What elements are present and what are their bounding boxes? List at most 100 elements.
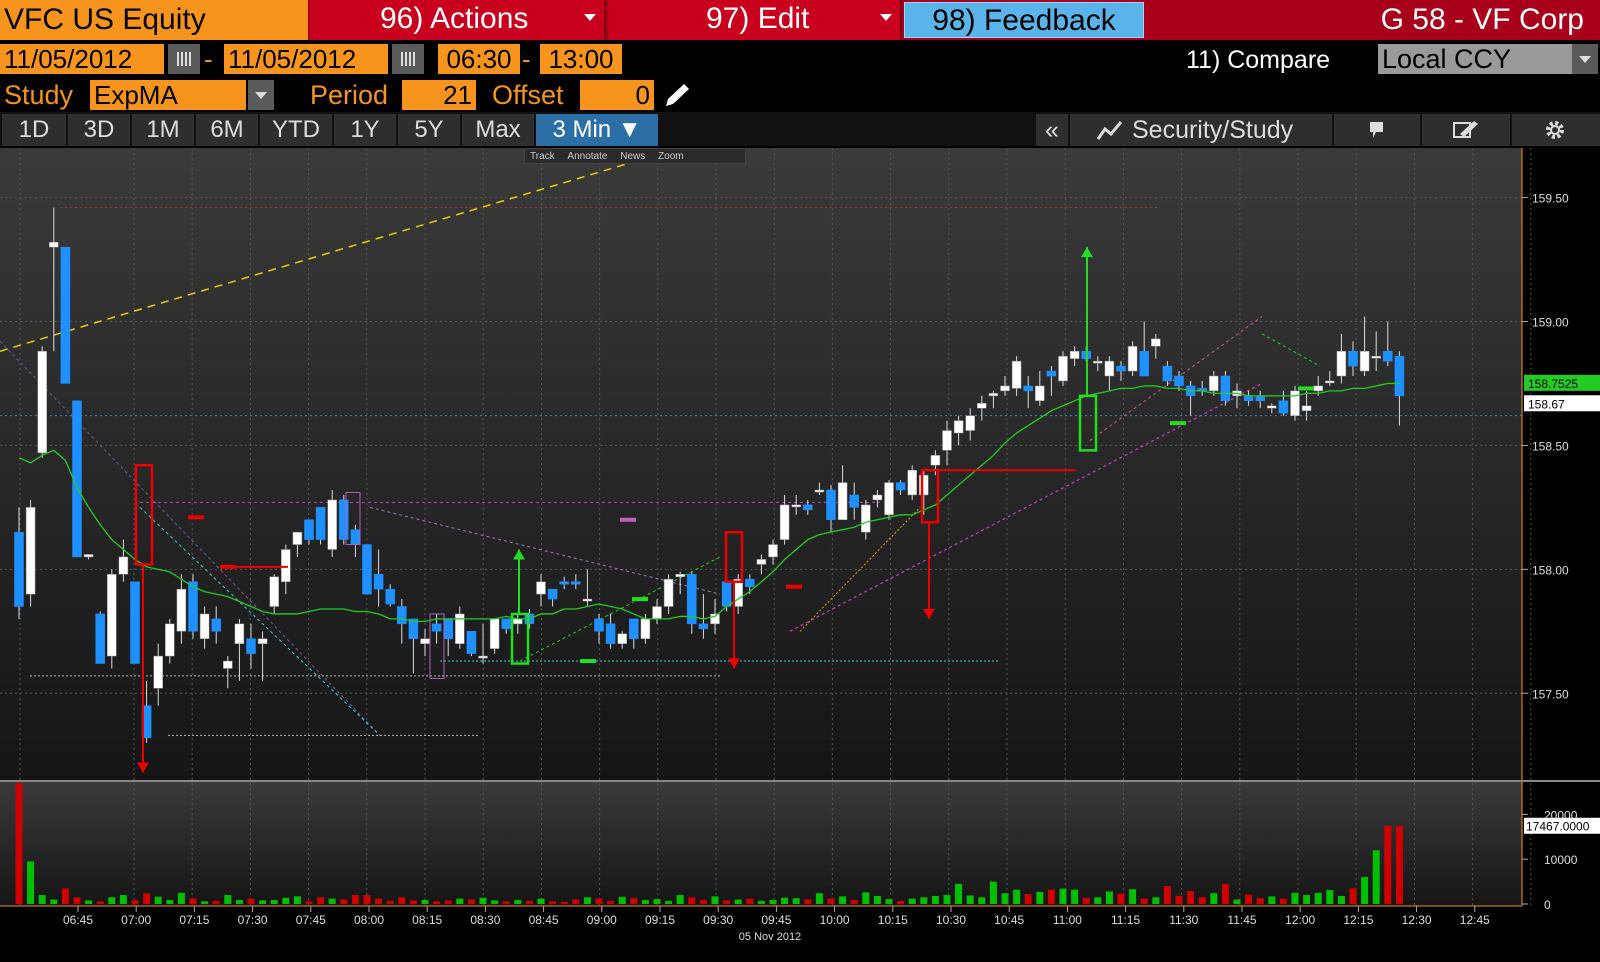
candle-down bbox=[1383, 350, 1393, 362]
volume-bar bbox=[108, 897, 116, 904]
candle-down bbox=[1348, 350, 1358, 367]
candle-down bbox=[745, 578, 755, 587]
candle-down bbox=[803, 504, 813, 511]
calendar-icon[interactable] bbox=[392, 44, 424, 74]
volume-bar bbox=[1303, 895, 1311, 904]
volume-bar bbox=[1013, 889, 1021, 904]
candle-up bbox=[1093, 360, 1103, 364]
end-date-field[interactable]: 11/05/2012 bbox=[224, 44, 388, 74]
volume-bar bbox=[1140, 898, 1148, 904]
volume-bar bbox=[595, 898, 603, 904]
candle-up bbox=[953, 420, 964, 434]
candle-down bbox=[605, 623, 616, 644]
compare-button[interactable]: 11) Compare bbox=[1186, 44, 1330, 76]
candle-up bbox=[25, 507, 36, 595]
study-label: Study bbox=[4, 80, 74, 110]
candle-up bbox=[1359, 350, 1370, 372]
volume-bar bbox=[1047, 889, 1055, 904]
bookmark-button[interactable] bbox=[1334, 114, 1420, 146]
candle-down bbox=[547, 588, 558, 600]
calendar-icon[interactable] bbox=[168, 44, 200, 74]
candle-down bbox=[721, 581, 732, 607]
volume-bar bbox=[305, 901, 313, 904]
target-marker bbox=[632, 597, 648, 602]
candle-up bbox=[1267, 405, 1277, 409]
pencil-icon[interactable] bbox=[660, 80, 694, 110]
x-tick-label: 07:45 bbox=[296, 913, 326, 927]
tab-6m[interactable]: 6M bbox=[196, 114, 258, 146]
x-tick-label: 09:30 bbox=[703, 913, 733, 927]
currency-select[interactable]: Local CCY bbox=[1378, 44, 1572, 74]
volume-panel bbox=[0, 782, 1522, 906]
tab-1y[interactable]: 1Y bbox=[334, 114, 396, 146]
candle-down bbox=[1046, 370, 1057, 377]
volume-bar bbox=[1163, 886, 1171, 904]
candle-up bbox=[1000, 385, 1010, 392]
security-study-button[interactable]: Security/Study bbox=[1070, 114, 1332, 146]
tab-1d[interactable]: 1D bbox=[2, 114, 66, 146]
volume-bar bbox=[653, 899, 661, 904]
feedback-button[interactable]: 98) Feedback bbox=[904, 2, 1144, 38]
study-select[interactable]: ExpMA bbox=[90, 80, 246, 110]
volume-bar bbox=[1117, 893, 1125, 904]
line-chart-icon bbox=[1096, 121, 1123, 140]
volume-bar bbox=[212, 900, 220, 904]
news-tool[interactable]: News bbox=[620, 151, 645, 162]
collapse-button[interactable]: « bbox=[1036, 114, 1068, 146]
volume-bar bbox=[1187, 891, 1195, 904]
chevron-down-icon[interactable] bbox=[1572, 44, 1598, 74]
candle-up bbox=[837, 482, 848, 521]
volume-bar bbox=[50, 899, 58, 904]
annotate-tool[interactable]: Annotate bbox=[567, 151, 607, 162]
volume-bar bbox=[781, 897, 789, 904]
zoom-tool[interactable]: Zoom bbox=[658, 151, 684, 162]
candle-up bbox=[663, 578, 674, 607]
gear-icon bbox=[1546, 121, 1564, 139]
volume-bar bbox=[549, 901, 557, 904]
candle-down bbox=[1394, 355, 1405, 397]
volume-bar bbox=[676, 895, 684, 904]
tab-ytd[interactable]: YTD bbox=[260, 114, 332, 146]
volume-bar bbox=[873, 895, 881, 904]
volume-bar bbox=[201, 901, 209, 904]
end-time-field[interactable]: 13:00 bbox=[540, 44, 622, 74]
x-tick-label: 11:45 bbox=[1227, 913, 1256, 927]
volume-bar bbox=[235, 899, 243, 904]
tab-max[interactable]: Max bbox=[462, 114, 534, 146]
candle-up bbox=[83, 554, 94, 558]
volume-bar bbox=[1221, 883, 1229, 904]
volume-bar bbox=[166, 899, 174, 904]
volume-bar bbox=[711, 896, 719, 904]
volume-bar bbox=[827, 898, 835, 904]
period-field[interactable]: 21 bbox=[402, 80, 476, 110]
edit-chart-button[interactable] bbox=[1422, 114, 1510, 146]
tab-1m[interactable]: 1M bbox=[132, 114, 194, 146]
price-chart[interactable]: 159.50 159.00 158.50 158.00 157.50 158.7525 15… bbox=[0, 148, 1600, 962]
chevron-down-icon[interactable] bbox=[248, 80, 274, 110]
volume-bar bbox=[1059, 888, 1067, 904]
volume-bar bbox=[734, 899, 742, 904]
volume-bar bbox=[293, 896, 301, 904]
offset-field[interactable]: 0 bbox=[580, 80, 654, 110]
date-label: 05 Nov 2012 bbox=[739, 931, 801, 943]
candle-up bbox=[420, 638, 430, 644]
actions-menu[interactable]: 96) Actions bbox=[310, 0, 606, 40]
candle-up bbox=[1151, 338, 1161, 347]
edit-menu[interactable]: 97) Edit bbox=[608, 0, 902, 40]
volume-bar bbox=[1245, 894, 1253, 904]
tab-3min[interactable]: 3 Min ▼ bbox=[536, 114, 658, 146]
ticker-field[interactable]: VFC US Equity bbox=[0, 0, 308, 40]
candle-up bbox=[965, 415, 975, 431]
volume-bar bbox=[398, 897, 406, 904]
tab-3d[interactable]: 3D bbox=[68, 114, 130, 146]
volume-bar bbox=[989, 881, 997, 904]
volume-bar bbox=[1233, 899, 1241, 904]
start-time-field[interactable]: 06:30 bbox=[438, 44, 520, 74]
volume-bar bbox=[1372, 850, 1380, 904]
track-tool[interactable]: Track bbox=[530, 151, 555, 162]
settings-button[interactable] bbox=[1512, 114, 1600, 146]
start-date-field[interactable]: 11/05/2012 bbox=[0, 44, 164, 74]
tab-5y[interactable]: 5Y bbox=[398, 114, 460, 146]
candle-up bbox=[234, 623, 245, 644]
volume-bar bbox=[699, 899, 707, 904]
